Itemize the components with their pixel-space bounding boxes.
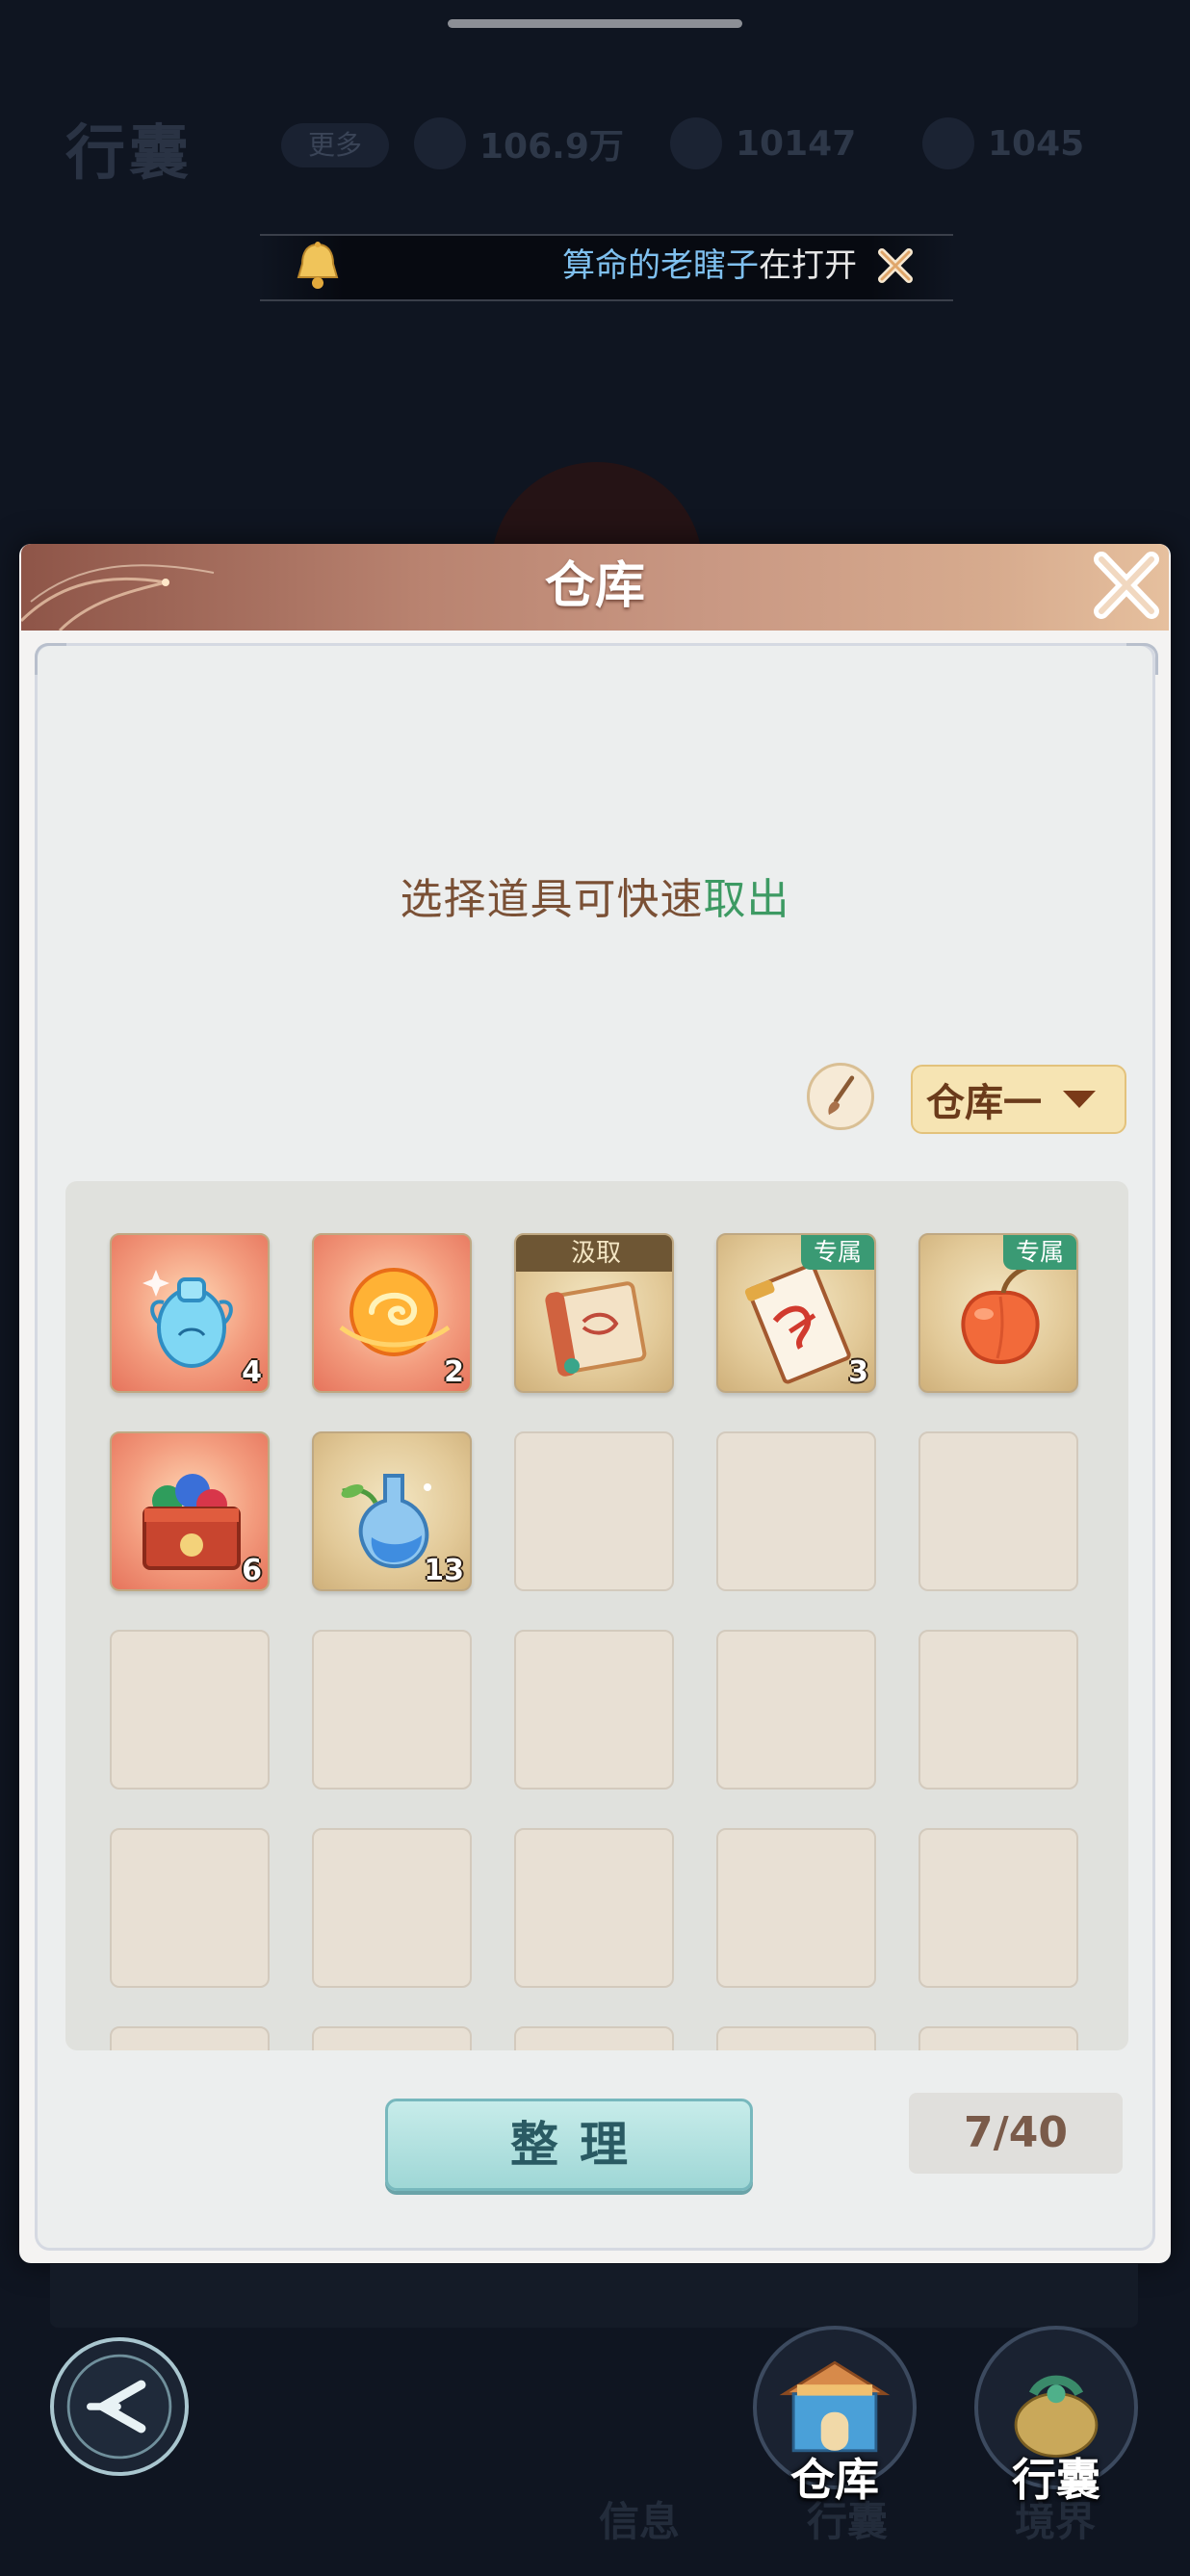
- empty-slot: [312, 1630, 472, 1790]
- empty-slot: [918, 1431, 1078, 1591]
- empty-slot: [716, 1431, 876, 1591]
- exclusive-tag: 专属: [801, 1235, 874, 1270]
- hint-text: 选择道具可快速取出: [193, 864, 997, 926]
- silver-ingot-icon: [414, 117, 466, 169]
- item-grid: 4 2 汲取 专属 3 专属 6 13: [65, 1181, 1128, 2050]
- empty-slot: [514, 1828, 674, 1988]
- item-slot[interactable]: 2: [312, 1233, 472, 1393]
- dialog-title: 仓库: [544, 556, 645, 615]
- currency-gold: 10147: [670, 114, 856, 173]
- bell-icon: [297, 242, 339, 289]
- item-quantity: 6: [242, 1554, 262, 1587]
- item-quantity: 3: [848, 1355, 868, 1389]
- hint-prefix: 选择道具可快速: [400, 875, 704, 924]
- item-quantity: 13: [424, 1554, 464, 1587]
- warehouse-dropdown[interactable]: 仓库一: [911, 1065, 1126, 1134]
- empty-slot: [716, 1828, 876, 1988]
- empty-slot: [110, 1630, 270, 1790]
- page-title: 行囊: [65, 117, 194, 188]
- back-arrow-icon[interactable]: [50, 2337, 189, 2476]
- empty-slot: [716, 2026, 876, 2050]
- item-quantity: 4: [242, 1355, 262, 1389]
- corner-ornament: [35, 643, 66, 675]
- empty-slot: [716, 1630, 876, 1790]
- empty-slot: [312, 1828, 472, 1988]
- item-slot[interactable]: 专属 3: [716, 1233, 876, 1393]
- currency-silver: 106.9万: [414, 114, 624, 173]
- empty-slot: [918, 1828, 1078, 1988]
- header-ornament: [21, 564, 215, 631]
- item-slot[interactable]: 13: [312, 1431, 472, 1591]
- exclusive-tag: 专属: [1003, 1235, 1076, 1270]
- item-slot[interactable]: 专属: [918, 1233, 1078, 1393]
- hint-action: 取出: [703, 875, 790, 924]
- nav-bag-label: 行囊: [1012, 2454, 1100, 2506]
- item-slot[interactable]: 汲取: [514, 1233, 674, 1393]
- warehouse-dropdown-label: 仓库一: [926, 1081, 1042, 1125]
- gold-ingot-icon: [670, 117, 722, 169]
- item-slot[interactable]: 6: [110, 1431, 270, 1591]
- announcement-message: 在打开: [759, 246, 857, 285]
- jade-coin-icon: [922, 117, 974, 169]
- announcement-player[interactable]: 算命的老瞎子: [562, 246, 759, 285]
- background-panel-edge: [50, 2264, 1138, 2328]
- capacity-counter: 7/40: [909, 2093, 1123, 2174]
- brush-icon[interactable]: [807, 1063, 874, 1130]
- nav-warehouse-label: 仓库: [790, 2454, 879, 2506]
- empty-slot: [514, 1431, 674, 1591]
- sort-button-label: 整理: [510, 2117, 649, 2173]
- currency-jade: 1045: [922, 114, 1084, 173]
- currency-value: 106.9万: [479, 127, 624, 167]
- item-slot[interactable]: 4: [110, 1233, 270, 1393]
- chevron-down-icon: [1063, 1091, 1096, 1108]
- empty-slot: [514, 2026, 674, 2050]
- announcement-text: 算命的老瞎子在打开: [562, 241, 870, 291]
- empty-slot: [514, 1630, 674, 1790]
- home-indicator: [448, 19, 742, 28]
- dialog-close-icon[interactable]: [1078, 544, 1175, 629]
- empty-slot: [312, 2026, 472, 2050]
- close-icon[interactable]: [870, 241, 920, 291]
- absorb-tag: 汲取: [516, 1235, 672, 1272]
- empty-slot: [918, 2026, 1078, 2050]
- empty-slot: [918, 1630, 1078, 1790]
- more-button[interactable]: 更多: [281, 123, 389, 167]
- item-quantity: 2: [444, 1355, 464, 1389]
- currency-value: 10147: [736, 123, 857, 164]
- empty-slot: [110, 2026, 270, 2050]
- sort-button[interactable]: 整理: [385, 2099, 753, 2191]
- empty-slot: [110, 1828, 270, 1988]
- corner-ornament: [1126, 643, 1158, 675]
- currency-value: 1045: [988, 123, 1085, 164]
- nav-info-label[interactable]: 信息: [599, 2489, 680, 2548]
